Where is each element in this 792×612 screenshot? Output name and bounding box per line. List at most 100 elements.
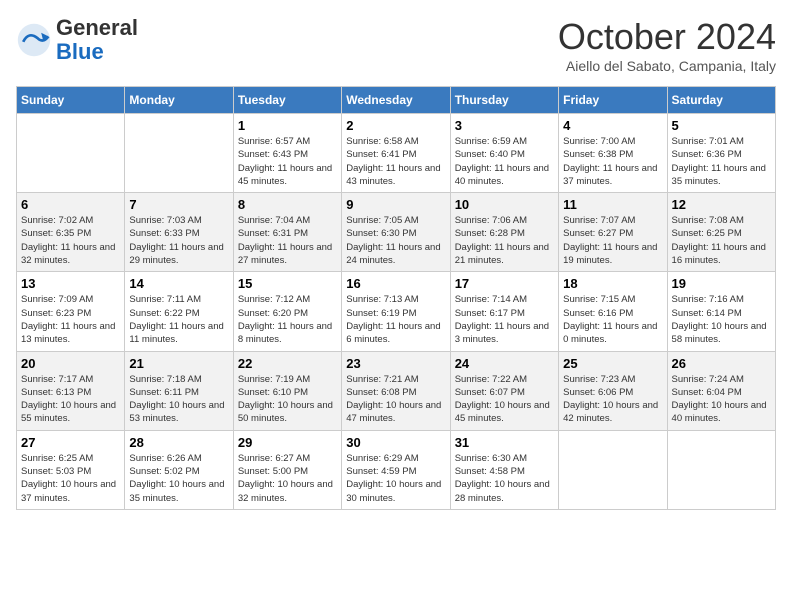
day-number: 31 (455, 435, 554, 450)
calendar-week-row: 13 Sunrise: 7:09 AM Sunset: 6:23 PM Dayli… (17, 272, 776, 351)
day-info: Sunrise: 6:26 AM Sunset: 5:02 PM Dayligh… (129, 452, 228, 505)
calendar-cell: 16 Sunrise: 7:13 AM Sunset: 6:19 PM Dayli… (342, 272, 450, 351)
day-number: 21 (129, 356, 228, 371)
calendar-cell: 8Sunrise: 7:04 AM Sunset: 6:31 PM Daylig… (233, 193, 341, 272)
day-info: Sunrise: 7:08 AM Sunset: 6:25 PM Dayligh… (672, 214, 771, 267)
day-info: Sunrise: 7:01 AM Sunset: 6:36 PM Dayligh… (672, 135, 771, 188)
day-number: 11 (563, 197, 662, 212)
day-info: Sunrise: 7:00 AM Sunset: 6:38 PM Dayligh… (563, 135, 662, 188)
day-number: 15 (238, 276, 337, 291)
calendar-cell: 13 Sunrise: 7:09 AM Sunset: 6:23 PM Dayli… (17, 272, 125, 351)
day-info: Sunrise: 7:17 AM Sunset: 6:13 PM Dayligh… (21, 373, 120, 426)
logo: General Blue (16, 16, 138, 64)
day-number: 14 (129, 276, 228, 291)
day-info: Sunrise: 7:06 AM Sunset: 6:28 PM Dayligh… (455, 214, 554, 267)
calendar-cell: 31Sunrise: 6:30 AM Sunset: 4:58 PM Dayli… (450, 430, 558, 509)
calendar-cell: 18 Sunrise: 7:15 AM Sunset: 6:16 PM Dayli… (559, 272, 667, 351)
calendar-cell (559, 430, 667, 509)
day-info: Sunrise: 6:58 AM Sunset: 6:41 PM Dayligh… (346, 135, 445, 188)
day-number: 9 (346, 197, 445, 212)
calendar-body: 1 Sunrise: 6:57 AM Sunset: 6:43 PM Daylig… (17, 114, 776, 510)
logo-icon (16, 22, 52, 58)
day-number: 28 (129, 435, 228, 450)
day-info: Sunrise: 7:05 AM Sunset: 6:30 PM Dayligh… (346, 214, 445, 267)
day-number: 19 (672, 276, 771, 291)
day-info: Sunrise: 7:02 AM Sunset: 6:35 PM Dayligh… (21, 214, 120, 267)
calendar-cell: 24Sunrise: 7:22 AM Sunset: 6:07 PM Dayli… (450, 351, 558, 430)
day-number: 12 (672, 197, 771, 212)
page-header: General Blue October 2024 Aiello del Sab… (16, 16, 776, 74)
day-info: Sunrise: 7:07 AM Sunset: 6:27 PM Dayligh… (563, 214, 662, 267)
day-info: Sunrise: 7:11 AM Sunset: 6:22 PM Dayligh… (129, 293, 228, 346)
calendar-cell: 20Sunrise: 7:17 AM Sunset: 6:13 PM Dayli… (17, 351, 125, 430)
day-info: Sunrise: 6:27 AM Sunset: 5:00 PM Dayligh… (238, 452, 337, 505)
calendar-cell: 30 Sunrise: 6:29 AM Sunset: 4:59 PM Dayli… (342, 430, 450, 509)
calendar-cell: 1 Sunrise: 6:57 AM Sunset: 6:43 PM Daylig… (233, 114, 341, 193)
day-number: 2 (346, 118, 445, 133)
calendar-cell: 4 Sunrise: 7:00 AM Sunset: 6:38 PM Daylig… (559, 114, 667, 193)
day-number: 5 (672, 118, 771, 133)
calendar-cell: 14 Sunrise: 7:11 AM Sunset: 6:22 PM Dayli… (125, 272, 233, 351)
calendar-cell: 21 Sunrise: 7:18 AM Sunset: 6:11 PM Dayli… (125, 351, 233, 430)
day-number: 13 (21, 276, 120, 291)
calendar-cell: 17 Sunrise: 7:14 AM Sunset: 6:17 PM Dayli… (450, 272, 558, 351)
logo-general-text: General (56, 15, 138, 40)
day-number: 4 (563, 118, 662, 133)
calendar-cell (17, 114, 125, 193)
day-info: Sunrise: 7:18 AM Sunset: 6:11 PM Dayligh… (129, 373, 228, 426)
day-number: 30 (346, 435, 445, 450)
calendar-cell: 6 Sunrise: 7:02 AM Sunset: 6:35 PM Daylig… (17, 193, 125, 272)
calendar-table: SundayMondayTuesdayWednesdayThursdayFrid… (16, 86, 776, 510)
day-info: Sunrise: 7:19 AM Sunset: 6:10 PM Dayligh… (238, 373, 337, 426)
day-number: 24 (455, 356, 554, 371)
calendar-cell: 2 Sunrise: 6:58 AM Sunset: 6:41 PM Daylig… (342, 114, 450, 193)
day-info: Sunrise: 7:13 AM Sunset: 6:19 PM Dayligh… (346, 293, 445, 346)
title-block: October 2024 Aiello del Sabato, Campania… (558, 16, 776, 74)
calendar-cell: 27Sunrise: 6:25 AM Sunset: 5:03 PM Dayli… (17, 430, 125, 509)
day-info: Sunrise: 6:59 AM Sunset: 6:40 PM Dayligh… (455, 135, 554, 188)
day-header-wednesday: Wednesday (342, 87, 450, 114)
calendar-cell: 9 Sunrise: 7:05 AM Sunset: 6:30 PM Daylig… (342, 193, 450, 272)
calendar-header-row: SundayMondayTuesdayWednesdayThursdayFrid… (17, 87, 776, 114)
calendar-cell: 19Sunrise: 7:16 AM Sunset: 6:14 PM Dayli… (667, 272, 775, 351)
day-info: Sunrise: 7:09 AM Sunset: 6:23 PM Dayligh… (21, 293, 120, 346)
calendar-cell: 26 Sunrise: 7:24 AM Sunset: 6:04 PM Dayli… (667, 351, 775, 430)
day-info: Sunrise: 7:14 AM Sunset: 6:17 PM Dayligh… (455, 293, 554, 346)
day-info: Sunrise: 7:15 AM Sunset: 6:16 PM Dayligh… (563, 293, 662, 346)
day-header-monday: Monday (125, 87, 233, 114)
day-number: 17 (455, 276, 554, 291)
calendar-cell: 7Sunrise: 7:03 AM Sunset: 6:33 PM Daylig… (125, 193, 233, 272)
day-header-saturday: Saturday (667, 87, 775, 114)
day-number: 1 (238, 118, 337, 133)
calendar-cell: 28 Sunrise: 6:26 AM Sunset: 5:02 PM Dayli… (125, 430, 233, 509)
calendar-cell: 10Sunrise: 7:06 AM Sunset: 6:28 PM Dayli… (450, 193, 558, 272)
day-info: Sunrise: 6:25 AM Sunset: 5:03 PM Dayligh… (21, 452, 120, 505)
calendar-cell: 15 Sunrise: 7:12 AM Sunset: 6:20 PM Dayli… (233, 272, 341, 351)
day-info: Sunrise: 7:12 AM Sunset: 6:20 PM Dayligh… (238, 293, 337, 346)
day-number: 3 (455, 118, 554, 133)
month-title: October 2024 (558, 16, 776, 58)
logo-blue-text: Blue (56, 39, 104, 64)
calendar-cell: 12 Sunrise: 7:08 AM Sunset: 6:25 PM Dayli… (667, 193, 775, 272)
calendar-cell: 11 Sunrise: 7:07 AM Sunset: 6:27 PM Dayli… (559, 193, 667, 272)
calendar-cell: 3 Sunrise: 6:59 AM Sunset: 6:40 PM Daylig… (450, 114, 558, 193)
calendar-cell (125, 114, 233, 193)
day-info: Sunrise: 7:03 AM Sunset: 6:33 PM Dayligh… (129, 214, 228, 267)
day-info: Sunrise: 7:24 AM Sunset: 6:04 PM Dayligh… (672, 373, 771, 426)
day-number: 22 (238, 356, 337, 371)
day-number: 6 (21, 197, 120, 212)
calendar-cell: 29 Sunrise: 6:27 AM Sunset: 5:00 PM Dayli… (233, 430, 341, 509)
day-number: 26 (672, 356, 771, 371)
day-info: Sunrise: 6:29 AM Sunset: 4:59 PM Dayligh… (346, 452, 445, 505)
day-number: 25 (563, 356, 662, 371)
calendar-cell (667, 430, 775, 509)
day-header-friday: Friday (559, 87, 667, 114)
day-number: 16 (346, 276, 445, 291)
day-header-tuesday: Tuesday (233, 87, 341, 114)
day-number: 29 (238, 435, 337, 450)
day-number: 18 (563, 276, 662, 291)
day-info: Sunrise: 6:57 AM Sunset: 6:43 PM Dayligh… (238, 135, 337, 188)
day-header-thursday: Thursday (450, 87, 558, 114)
day-info: Sunrise: 7:21 AM Sunset: 6:08 PM Dayligh… (346, 373, 445, 426)
day-info: Sunrise: 7:04 AM Sunset: 6:31 PM Dayligh… (238, 214, 337, 267)
